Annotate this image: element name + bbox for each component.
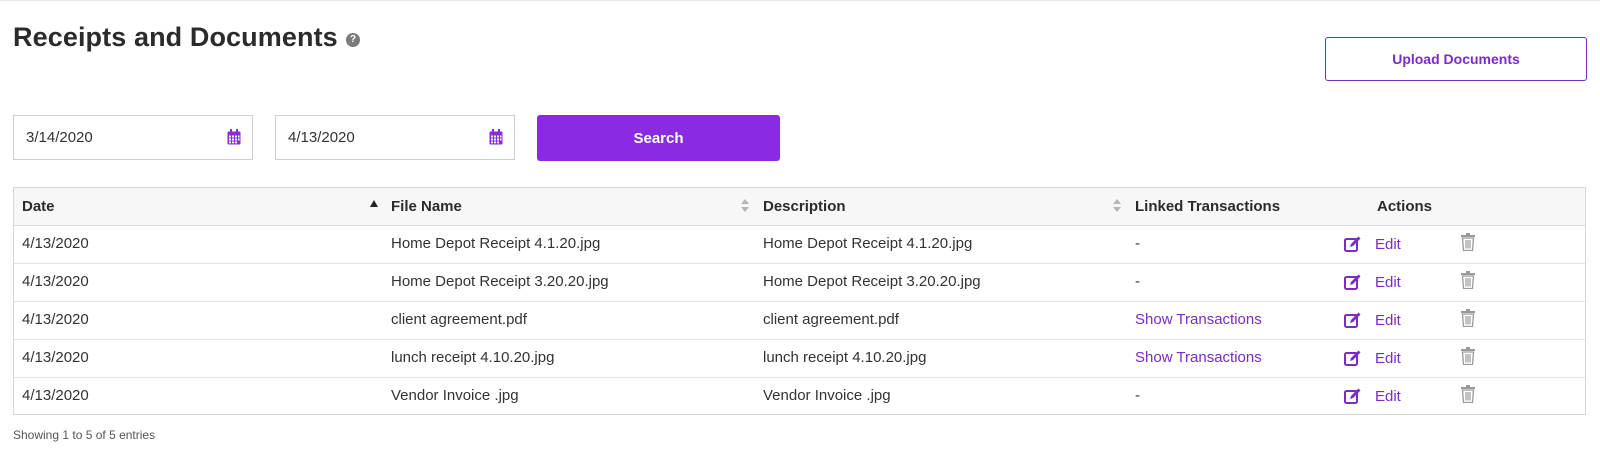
question-circle-icon[interactable]: ? xyxy=(346,33,360,47)
calendar-icon[interactable] xyxy=(489,129,503,145)
table-row: 4/13/2020 lunch receipt 4.10.20.jpg lunch … xyxy=(14,339,1585,378)
edit-button[interactable]: Edit xyxy=(1375,377,1401,417)
trash-icon[interactable] xyxy=(1461,347,1475,365)
show-transactions-link[interactable]: Show Transactions xyxy=(1135,339,1262,377)
sort-both-icon[interactable] xyxy=(1113,199,1121,213)
documents-table: Date File Name Description Linked Transa… xyxy=(13,187,1586,415)
calendar-icon[interactable] xyxy=(227,129,241,145)
cell-linked-transactions: - xyxy=(1135,273,1140,290)
table-row: 4/13/2020 Home Depot Receipt 3.20.20.jpg H… xyxy=(14,263,1585,302)
edit-button[interactable]: Edit xyxy=(1375,263,1401,303)
end-date-input[interactable]: 4/13/2020 xyxy=(275,115,515,160)
sort-both-icon[interactable] xyxy=(741,199,749,213)
table-row: 4/13/2020 Vendor Invoice .jpg Vendor Invoi… xyxy=(14,377,1585,415)
upload-documents-button[interactable]: Upload Documents xyxy=(1325,37,1587,81)
cell-file-name: Home Depot Receipt 3.20.20.jpg xyxy=(391,273,609,290)
edit-icon[interactable] xyxy=(1344,312,1361,329)
edit-icon[interactable] xyxy=(1344,274,1361,291)
page-title: Receipts and Documents xyxy=(13,22,338,52)
edit-button[interactable]: Edit xyxy=(1375,339,1401,379)
table-header: Date File Name Description Linked Transa… xyxy=(14,188,1585,226)
sort-ascending-icon[interactable] xyxy=(370,200,378,207)
cell-file-name: client agreement.pdf xyxy=(391,311,527,328)
cell-description: Vendor Invoice .jpg xyxy=(763,387,891,404)
cell-description: client agreement.pdf xyxy=(763,311,899,328)
cell-file-name: Vendor Invoice .jpg xyxy=(391,387,519,404)
start-date-value: 3/14/2020 xyxy=(26,129,93,146)
top-divider xyxy=(0,0,1600,1)
cell-date: 4/13/2020 xyxy=(22,235,89,252)
column-header-actions: Actions xyxy=(1377,198,1433,215)
cell-date: 4/13/2020 xyxy=(22,311,89,328)
edit-icon[interactable] xyxy=(1344,350,1361,367)
cell-date: 4/13/2020 xyxy=(22,387,89,404)
cell-file-name: Home Depot Receipt 4.1.20.jpg xyxy=(391,235,601,252)
edit-icon[interactable] xyxy=(1344,388,1361,405)
trash-icon[interactable] xyxy=(1461,309,1475,327)
edit-button[interactable]: Edit xyxy=(1375,301,1401,341)
edit-icon[interactable] xyxy=(1344,236,1361,253)
cell-date: 4/13/2020 xyxy=(22,273,89,290)
column-header-linked-transactions: Linked Transactions xyxy=(1135,198,1281,215)
cell-file-name: lunch receipt 4.10.20.jpg xyxy=(391,349,555,366)
cell-linked-transactions: - xyxy=(1135,235,1140,252)
column-header-description[interactable]: Description xyxy=(763,188,846,225)
cell-description: Home Depot Receipt 3.20.20.jpg xyxy=(763,273,981,290)
cell-date: 4/13/2020 xyxy=(22,349,89,366)
column-header-file-name[interactable]: File Name xyxy=(391,188,462,225)
end-date-value: 4/13/2020 xyxy=(288,129,355,146)
column-header-date[interactable]: Date xyxy=(22,188,55,225)
trash-icon[interactable] xyxy=(1461,385,1475,403)
start-date-input[interactable]: 3/14/2020 xyxy=(13,115,253,160)
search-button[interactable]: Search xyxy=(537,115,780,161)
table-row: 4/13/2020 Home Depot Receipt 4.1.20.jpg Ho… xyxy=(14,225,1585,264)
show-transactions-link[interactable]: Show Transactions xyxy=(1135,301,1262,339)
cell-description: lunch receipt 4.10.20.jpg xyxy=(763,349,927,366)
table-info: Showing 1 to 5 of 5 entries xyxy=(13,428,156,442)
trash-icon[interactable] xyxy=(1461,233,1475,251)
edit-button[interactable]: Edit xyxy=(1375,225,1401,265)
trash-icon[interactable] xyxy=(1461,271,1475,289)
table-row: 4/13/2020 client agreement.pdf client agre… xyxy=(14,301,1585,340)
cell-description: Home Depot Receipt 4.1.20.jpg xyxy=(763,235,973,252)
cell-linked-transactions: - xyxy=(1135,387,1140,404)
